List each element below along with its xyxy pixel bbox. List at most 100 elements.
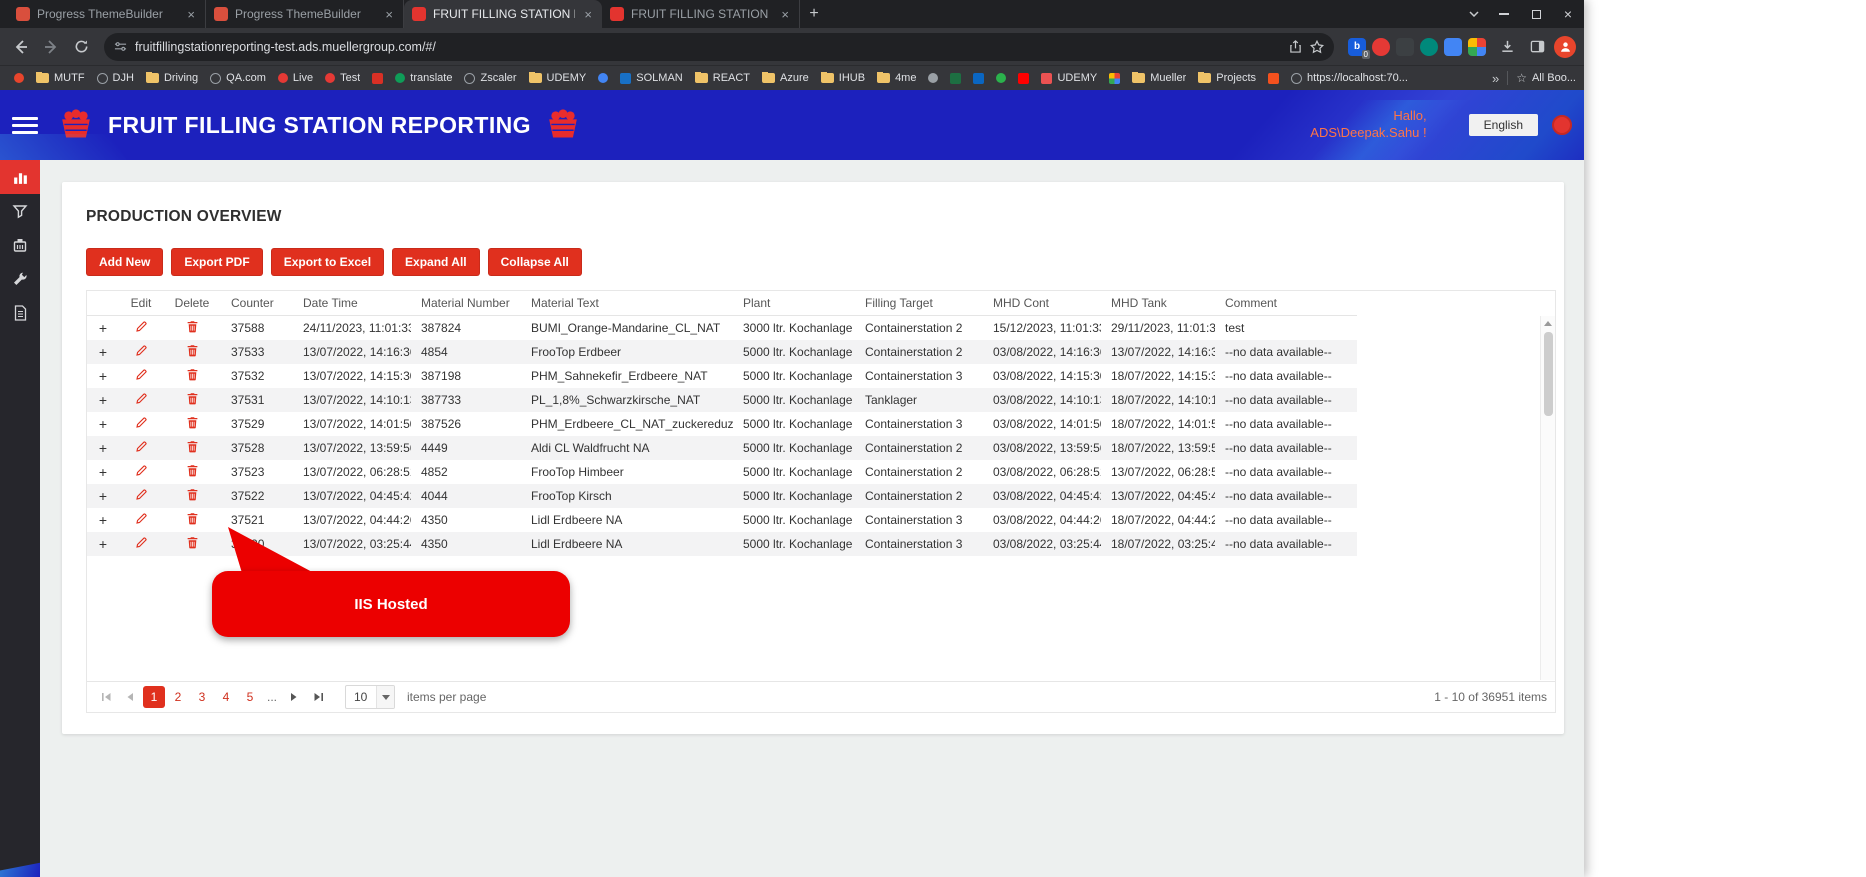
browser-tab[interactable]: Progress ThemeBuilder × <box>206 0 404 28</box>
page-size-select[interactable]: 10 <box>345 685 395 709</box>
scrollbar-up-arrow-icon[interactable] <box>1544 321 1552 326</box>
address-bar[interactable]: fruitfillingstationreporting-test.ads.mu… <box>104 32 1334 61</box>
expand-row-cell[interactable]: + <box>87 412 119 436</box>
profile-avatar[interactable] <box>1554 35 1576 58</box>
delete-cell[interactable] <box>163 412 221 436</box>
red-extension-icon[interactable] <box>1372 37 1390 56</box>
expand-icon[interactable]: + <box>99 344 107 360</box>
reload-button[interactable] <box>68 34 94 60</box>
delete-cell[interactable] <box>163 340 221 364</box>
expand-icon[interactable]: + <box>99 536 107 552</box>
url-text[interactable]: fruitfillingstationreporting-test.ads.mu… <box>135 40 436 54</box>
bookmark-item[interactable] <box>922 73 944 83</box>
window-minimize-button[interactable] <box>1488 0 1520 28</box>
window-close-button[interactable]: × <box>1552 0 1584 28</box>
bookmark-item[interactable] <box>1012 72 1035 84</box>
expand-icon[interactable]: + <box>99 440 107 456</box>
edit-cell[interactable] <box>119 364 163 388</box>
column-header-mhd-tank[interactable]: MHD Tank <box>1101 291 1215 316</box>
expand-row-cell[interactable]: + <box>87 484 119 508</box>
button-export-to-excel[interactable]: Export to Excel <box>270 248 385 276</box>
bookmark-item[interactable]: 4me <box>871 72 922 84</box>
column-header-comment[interactable]: Comment <box>1215 291 1357 316</box>
bookmark-item[interactable]: https://localhost:70... <box>1285 72 1414 84</box>
bookmark-item[interactable] <box>1103 72 1126 84</box>
expand-row-cell[interactable]: + <box>87 388 119 412</box>
column-header-date-time[interactable]: Date Time <box>293 291 411 316</box>
password-manager-extension-icon[interactable]: b0 <box>1348 37 1370 59</box>
language-flag-icon[interactable] <box>1552 115 1572 135</box>
expand-icon[interactable]: + <box>99 488 107 504</box>
bookmark-item[interactable]: QA.com <box>204 72 272 84</box>
expand-row-cell[interactable]: + <box>87 460 119 484</box>
window-maximize-button[interactable] <box>1520 0 1552 28</box>
button-add-new[interactable]: Add New <box>86 248 164 276</box>
sidebar-item-reports[interactable] <box>0 296 40 330</box>
expand-icon[interactable]: + <box>99 512 107 528</box>
pager-prev-button[interactable] <box>119 686 141 708</box>
bookmark-item[interactable] <box>944 72 967 84</box>
button-expand-all[interactable]: Expand All <box>392 248 480 276</box>
teal-extension-icon[interactable] <box>1420 37 1438 56</box>
bookmark-item[interactable] <box>366 72 389 84</box>
delete-cell[interactable] <box>163 484 221 508</box>
tab-close-icon[interactable]: × <box>383 7 395 22</box>
column-header-filling-target[interactable]: Filling Target <box>855 291 983 316</box>
edit-cell[interactable] <box>119 340 163 364</box>
sidebar-item-dashboard[interactable] <box>0 160 40 194</box>
bookmark-item[interactable]: IHUB <box>815 72 871 84</box>
bookmark-item[interactable]: Mueller <box>1126 72 1192 84</box>
browser-tab[interactable]: FRUIT FILLING STATION REPORT × <box>404 0 602 28</box>
bookmark-item[interactable]: Zscaler <box>458 72 522 84</box>
edit-cell[interactable] <box>119 316 163 341</box>
bookmark-item[interactable]: Live <box>272 72 319 84</box>
select-dropdown-arrow-icon[interactable] <box>376 686 394 708</box>
new-tab-button[interactable]: + <box>800 0 828 28</box>
bookmark-item[interactable] <box>967 72 990 84</box>
forward-button[interactable] <box>38 34 64 60</box>
pager-page-1[interactable]: 1 <box>143 686 165 708</box>
bookmark-item[interactable]: DJH <box>91 72 140 84</box>
all-bookmarks-button[interactable]: ☆ All Boo... <box>1516 71 1576 85</box>
column-header-material-text[interactable]: Material Text <box>521 291 733 316</box>
delete-cell[interactable] <box>163 436 221 460</box>
expand-row-cell[interactable]: + <box>87 508 119 532</box>
expand-row-cell[interactable]: + <box>87 364 119 388</box>
delete-cell[interactable] <box>163 460 221 484</box>
bookmark-item[interactable]: Projects <box>1192 72 1262 84</box>
column-header-counter[interactable]: Counter <box>221 291 293 316</box>
expand-row-cell[interactable]: + <box>87 436 119 460</box>
column-header-plant[interactable]: Plant <box>733 291 855 316</box>
expand-icon[interactable]: + <box>99 392 107 408</box>
delete-cell[interactable] <box>163 388 221 412</box>
delete-cell[interactable] <box>163 364 221 388</box>
browser-tab[interactable]: Progress ThemeBuilder × <box>8 0 206 28</box>
pager-ellipsis[interactable]: ... <box>263 690 281 704</box>
pager-page-3[interactable]: 3 <box>191 686 213 708</box>
bookmark-item[interactable] <box>8 73 30 83</box>
button-export-pdf[interactable]: Export PDF <box>171 248 263 276</box>
tab-close-icon[interactable]: × <box>779 7 791 22</box>
pager-next-button[interactable] <box>283 686 305 708</box>
back-button[interactable] <box>8 34 34 60</box>
bookmark-item[interactable]: UDEMY <box>523 72 593 84</box>
bookmark-item[interactable] <box>1262 72 1285 84</box>
site-settings-icon[interactable] <box>114 40 127 53</box>
bookmarks-overflow-chevron[interactable]: » <box>1492 71 1499 86</box>
scrollbar-thumb[interactable] <box>1543 332 1553 416</box>
tab-close-icon[interactable]: × <box>582 7 594 22</box>
downloads-icon[interactable] <box>1494 34 1520 60</box>
side-panel-icon[interactable] <box>1524 34 1550 60</box>
expand-icon[interactable]: + <box>99 416 107 432</box>
expand-icon[interactable]: + <box>99 368 107 384</box>
sidebar-item-station[interactable] <box>0 228 40 262</box>
expand-icon[interactable]: + <box>99 464 107 480</box>
expand-row-cell[interactable]: + <box>87 316 119 341</box>
edit-cell[interactable] <box>119 484 163 508</box>
grid-scrollbar[interactable] <box>1540 316 1555 680</box>
button-collapse-all[interactable]: Collapse All <box>487 248 582 276</box>
share-icon[interactable] <box>1289 40 1302 53</box>
delete-cell[interactable] <box>163 316 221 341</box>
dark-extension-icon[interactable] <box>1396 37 1414 56</box>
expand-row-cell[interactable]: + <box>87 340 119 364</box>
